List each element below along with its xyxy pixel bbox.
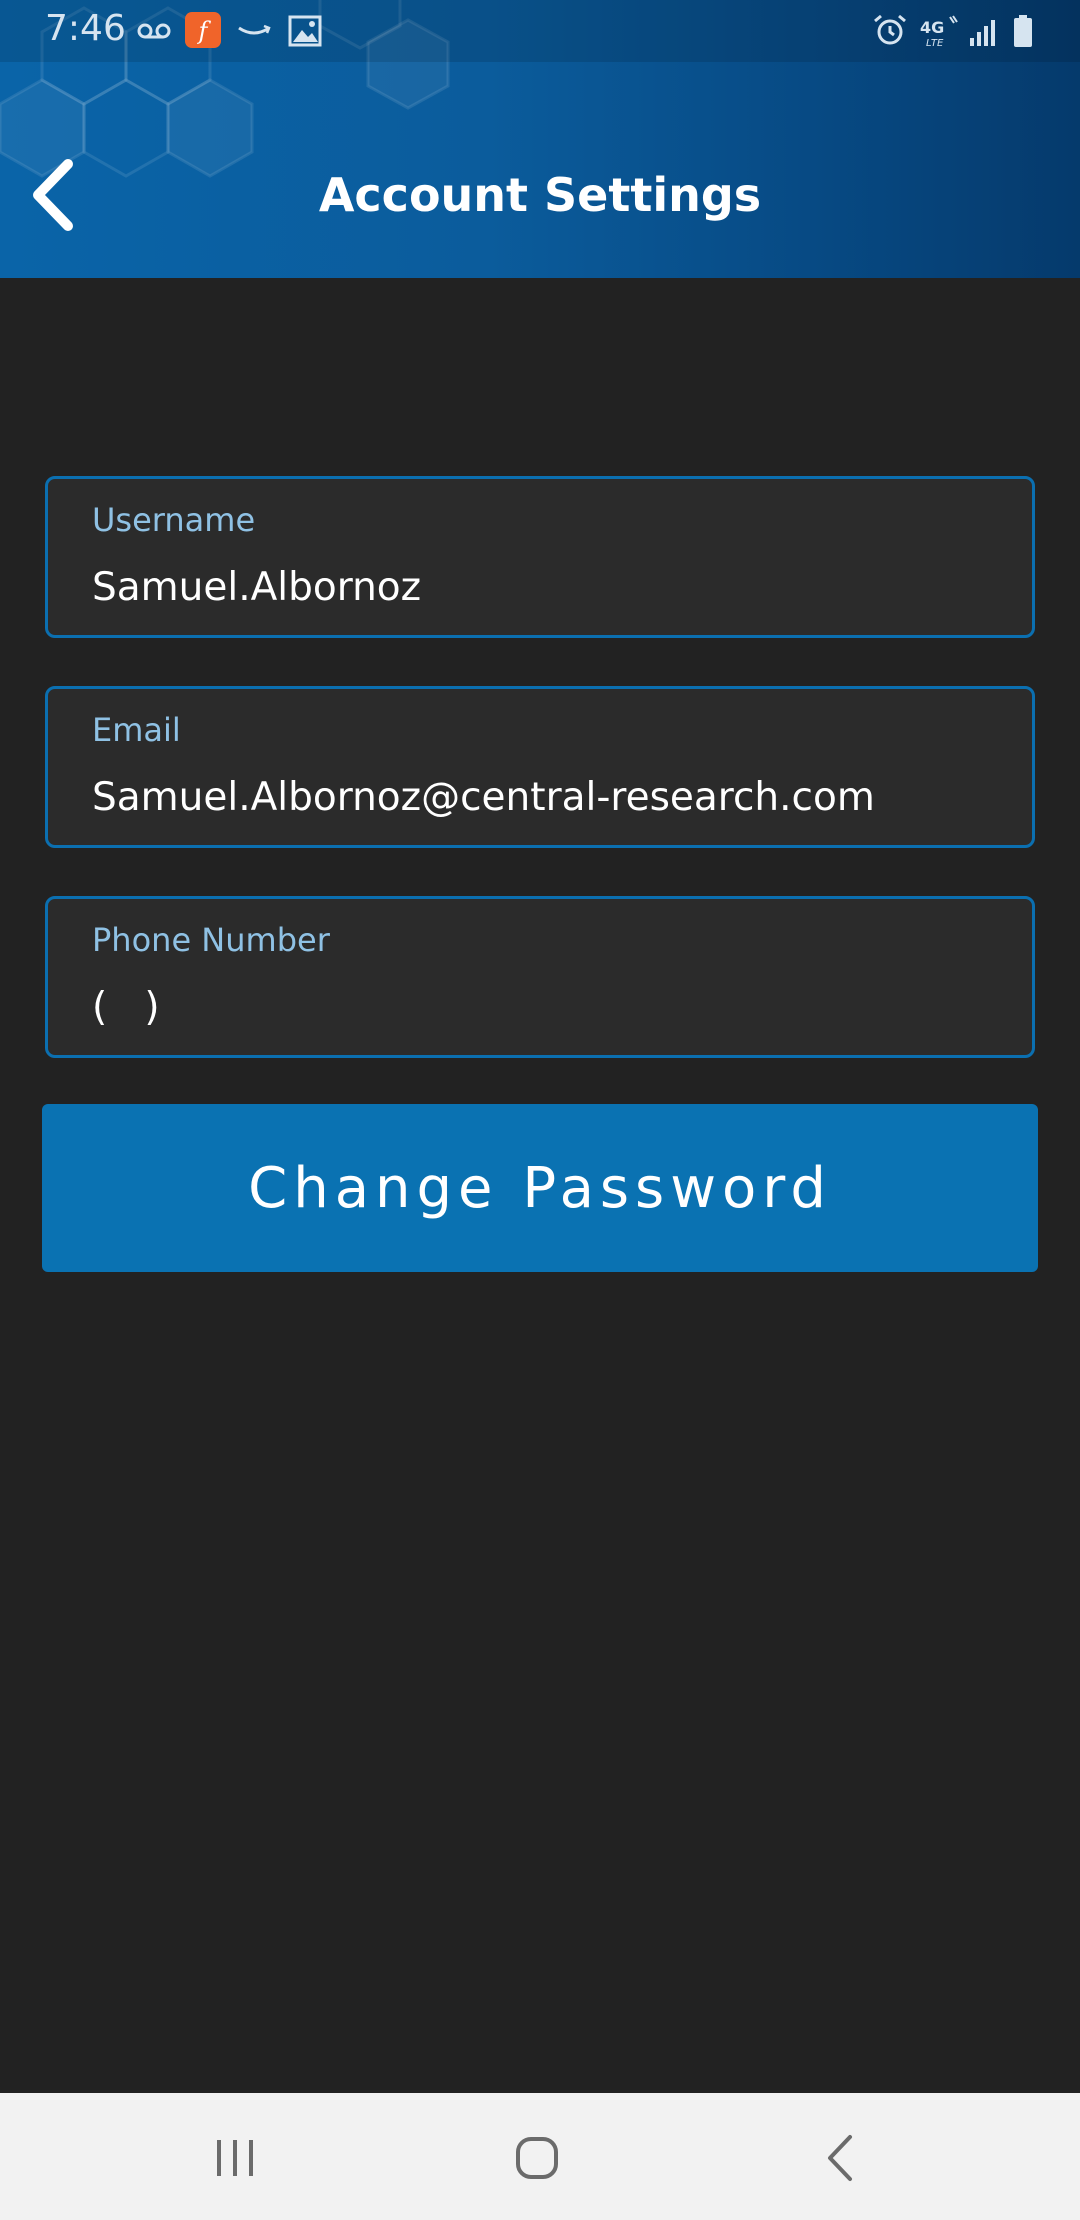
status-bar: 7:46 f 4G LTE (0, 0, 1080, 62)
navigation-bar (0, 2093, 1080, 2220)
amazon-icon (238, 24, 271, 35)
change-password-button[interactable]: Change Password (42, 1104, 1038, 1272)
recent-apps-icon[interactable] (195, 2123, 275, 2193)
gallery-icon (288, 15, 322, 47)
username-value[interactable]: Samuel.Albornoz (92, 565, 1012, 610)
phone-value[interactable]: ( ) (92, 985, 1012, 1030)
phone-field[interactable]: Phone Number ( ) (45, 896, 1035, 1058)
4g-lte-icon: 4G LTE (920, 15, 958, 48)
signal-icon (970, 20, 995, 46)
battery-icon (1014, 15, 1032, 47)
email-value[interactable]: Samuel.Albornoz@central-research.com (92, 775, 1012, 820)
home-icon[interactable] (497, 2123, 577, 2193)
flash-app-icon: f (185, 12, 221, 48)
email-label: Email (92, 711, 181, 749)
svg-text:LTE: LTE (926, 38, 944, 48)
page-title: Account Settings (318, 168, 762, 222)
status-time: 7:46 (45, 8, 126, 49)
voicemail-icon (137, 23, 171, 39)
phone-label: Phone Number (92, 921, 330, 959)
svg-text:4G: 4G (920, 18, 944, 37)
app-header: 7:46 f 4G LTE Account Settings (0, 0, 1080, 278)
email-field[interactable]: Email Samuel.Albornoz@central-research.c… (45, 686, 1035, 848)
back-nav-icon[interactable] (800, 2123, 880, 2193)
username-field[interactable]: Username Samuel.Albornoz (45, 476, 1035, 638)
alarm-icon (874, 14, 906, 45)
username-label: Username (92, 501, 256, 539)
